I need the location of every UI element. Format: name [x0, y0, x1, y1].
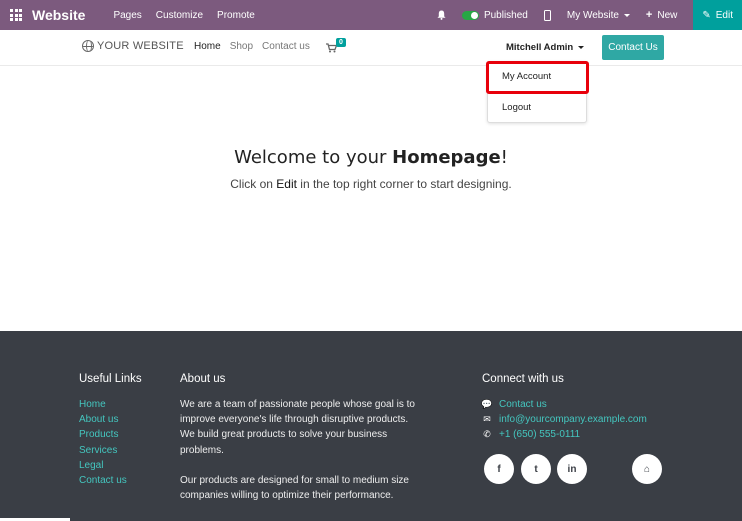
- admin-nav: Pages Customize Promote: [113, 10, 254, 21]
- edit-label: Edit: [715, 9, 733, 21]
- bell-icon: [437, 10, 446, 20]
- hero-subtitle: Click on Edit in the top right corner to…: [0, 177, 742, 191]
- hero-title-suffix: !: [500, 147, 508, 168]
- admin-topbar: Website Pages Customize Promote Publishe…: [0, 0, 742, 30]
- footer-link-services[interactable]: Services: [79, 443, 127, 458]
- twitter-icon: t: [534, 463, 538, 475]
- footer-link-about-us[interactable]: About us: [79, 412, 127, 427]
- nav-promote[interactable]: Promote: [217, 10, 255, 21]
- contact-us-button[interactable]: Contact Us: [602, 35, 664, 60]
- facebook-icon: f: [497, 463, 501, 475]
- menu-item-shop[interactable]: Shop: [230, 41, 253, 52]
- plus-icon: +: [645, 9, 653, 21]
- website-navbar: YOUR WEBSITE Home Shop Contact us 0 Mitc…: [0, 30, 742, 66]
- edit-button[interactable]: ✎ Edit: [693, 0, 742, 30]
- about-us-text: We are a team of passionate people whose…: [180, 397, 420, 503]
- chat-icon: 💬: [481, 399, 493, 409]
- footer-link-legal[interactable]: Legal: [79, 458, 127, 473]
- published-label: Published: [483, 9, 528, 21]
- logout-menu-item[interactable]: Logout: [502, 102, 531, 113]
- mobile-preview-button[interactable]: [543, 9, 551, 21]
- new-label: New: [657, 9, 678, 21]
- pencil-icon: ✎: [702, 9, 711, 21]
- logo-text: YOUR WEBSITE: [97, 40, 184, 52]
- site-logo[interactable]: YOUR WEBSITE: [82, 40, 184, 52]
- menu-item-home[interactable]: Home: [194, 41, 221, 52]
- admin-topbar-right: Published My Website + New ✎ Edit: [437, 0, 742, 30]
- useful-links-title: Useful Links: [79, 373, 142, 385]
- envelope-icon: ✉: [483, 414, 491, 425]
- contact-row-email[interactable]: ✉ info@yourcompany.example.com: [482, 412, 647, 427]
- email-link[interactable]: info@yourcompany.example.com: [499, 412, 647, 427]
- about-us-title: About us: [180, 373, 226, 385]
- contact-us-link[interactable]: Contact us: [499, 397, 547, 412]
- about-paragraph-1: We are a team of passionate people whose…: [180, 399, 415, 456]
- caret-down-icon: [623, 13, 630, 17]
- notification-bell-button[interactable]: [437, 10, 446, 20]
- linkedin-button[interactable]: in: [557, 454, 587, 484]
- nav-pages[interactable]: Pages: [113, 10, 141, 21]
- connect-list: 💬 Contact us ✉ info@yourcompany.example.…: [481, 397, 647, 443]
- site-footer: Useful Links Home About us Products Serv…: [0, 331, 742, 521]
- globe-icon: [82, 40, 94, 52]
- footer-link-home[interactable]: Home: [79, 397, 127, 412]
- hero-title-bold: Homepage: [392, 147, 501, 168]
- hero-title-prefix: Welcome to your: [234, 147, 393, 168]
- hero-title: Welcome to your Homepage!: [0, 147, 742, 168]
- menu-item-contact-us[interactable]: Contact us: [262, 41, 310, 52]
- toggle-switch[interactable]: [461, 10, 479, 20]
- contact-row-phone[interactable]: ✆ +1 (650) 555-0111: [482, 427, 647, 442]
- home-icon: ⌂: [643, 463, 651, 475]
- user-name: Mitchell Admin: [506, 42, 574, 53]
- my-website-dropdown[interactable]: My Website: [567, 10, 630, 21]
- linkedin-icon: in: [567, 463, 577, 475]
- phone-icon: ✆: [483, 429, 491, 440]
- nav-customize[interactable]: Customize: [156, 10, 203, 21]
- home-social-button[interactable]: ⌂: [632, 454, 662, 484]
- hero-sub-edit: Edit: [276, 177, 297, 191]
- about-paragraph-2: Our products are designed for small to m…: [180, 474, 409, 502]
- hero-sub-suffix: in the top right corner to start designi…: [296, 177, 512, 191]
- my-website-label: My Website: [566, 9, 619, 21]
- facebook-button[interactable]: f: [484, 454, 514, 484]
- cart-button[interactable]: 0: [326, 38, 346, 58]
- cart-count-badge: 0: [336, 38, 346, 47]
- app-name: Website: [32, 7, 86, 23]
- footer-link-contact-us[interactable]: Contact us: [79, 473, 127, 488]
- useful-links-list: Home About us Products Services Legal Co…: [79, 397, 127, 488]
- hero-sub-prefix: Click on: [230, 177, 277, 191]
- contact-row-chat[interactable]: 💬 Contact us: [481, 397, 647, 412]
- twitter-button[interactable]: t: [521, 454, 551, 484]
- new-button[interactable]: + New: [646, 9, 677, 21]
- footer-link-products[interactable]: Products: [79, 427, 127, 442]
- published-toggle[interactable]: Published: [461, 9, 528, 21]
- connect-title: Connect with us: [482, 373, 564, 385]
- apps-grid-icon[interactable]: [0, 0, 32, 30]
- highlight-box: [486, 61, 589, 94]
- site-menu: Home Shop Contact us: [194, 41, 310, 52]
- caret-down-icon: [578, 46, 585, 49]
- mobile-icon: [543, 9, 551, 21]
- phone-link[interactable]: +1 (650) 555-0111: [499, 427, 580, 442]
- user-menu-toggle[interactable]: Mitchell Admin: [506, 42, 585, 53]
